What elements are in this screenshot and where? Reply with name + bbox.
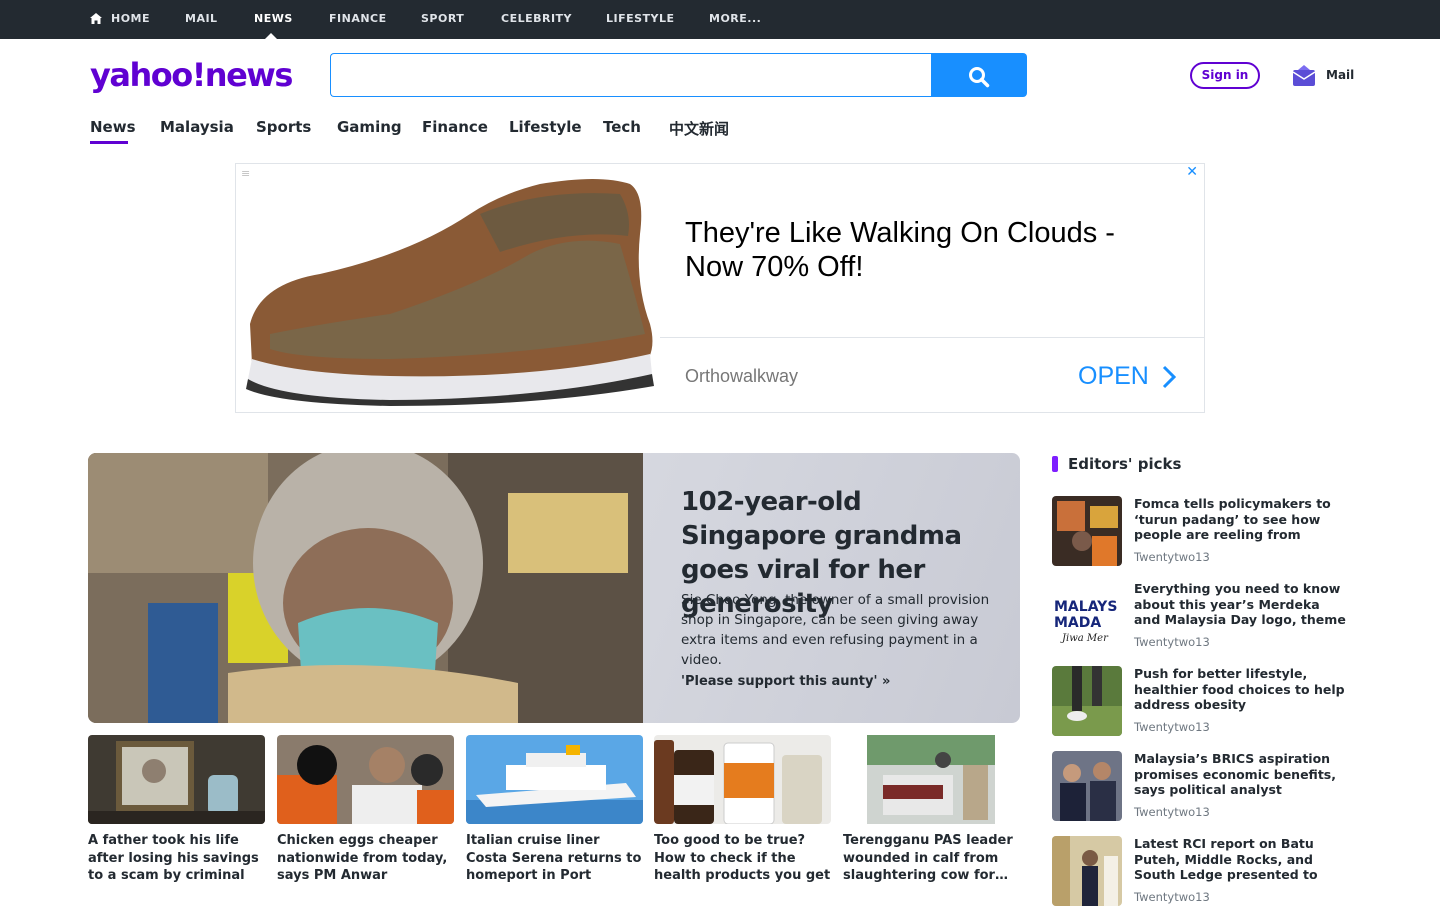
pick-thumbnail[interactable] bbox=[1052, 836, 1122, 906]
mail-link[interactable]: Mail bbox=[1326, 68, 1354, 82]
logo-yahoo: yahoo! bbox=[90, 56, 206, 94]
pick-source: Twentytwo13 bbox=[1134, 890, 1210, 904]
pick-source: Twentytwo13 bbox=[1134, 720, 1210, 734]
story-card-title[interactable]: Too good to be true? How to check if the… bbox=[654, 832, 831, 885]
story-card[interactable]: Chicken eggs cheaper nationwide from tod… bbox=[277, 735, 454, 885]
top-nav-lifestyle[interactable]: Lifestyle bbox=[606, 12, 675, 25]
pick-title[interactable]: Malaysia’s BRICS aspiration promises eco… bbox=[1134, 751, 1350, 798]
sign-in-button[interactable]: Sign in bbox=[1190, 62, 1260, 89]
active-caret bbox=[265, 33, 277, 39]
shoe-image bbox=[246, 179, 654, 406]
story-card-title[interactable]: Terengganu PAS leader wounded in calf fr… bbox=[843, 832, 1020, 885]
story-card[interactable]: Too good to be true? How to check if the… bbox=[654, 735, 831, 885]
active-tab-underline bbox=[90, 141, 128, 144]
home-icon[interactable] bbox=[90, 13, 102, 24]
yahoo-news-logo[interactable]: yahoo!news bbox=[90, 56, 294, 94]
ad-banner[interactable]: ≡ ✕ They're Like Walking On Clouds - Now… bbox=[235, 163, 1205, 413]
top-nav-sport[interactable]: Sport bbox=[421, 12, 464, 25]
top-nav-mail[interactable]: Mail bbox=[185, 12, 218, 25]
editors-picks-heading: Editors' picks bbox=[1068, 455, 1182, 473]
editors-pick-item[interactable]: MALAYS MADA Jiwa Mer Everything you need t… bbox=[1052, 581, 1350, 656]
story-card[interactable]: Terengganu PAS leader wounded in calf fr… bbox=[843, 735, 1020, 885]
mail-icon[interactable] bbox=[1292, 63, 1316, 87]
subnav-tech[interactable]: Tech bbox=[603, 118, 641, 136]
subnav-malaysia[interactable]: Malaysia bbox=[160, 118, 234, 136]
story-card-image[interactable] bbox=[466, 735, 643, 824]
svg-text:MADA: MADA bbox=[1054, 615, 1101, 631]
search-input[interactable] bbox=[331, 54, 932, 96]
hero-related-link[interactable]: 'Please support this aunty' » bbox=[681, 674, 890, 689]
story-card[interactable]: A father took his life after losing his … bbox=[88, 735, 265, 885]
top-nav-news[interactable]: News bbox=[254, 12, 293, 25]
ad-brand[interactable]: Orthowalkway bbox=[685, 366, 798, 387]
top-nav-home[interactable]: Home bbox=[111, 12, 150, 25]
story-card-title[interactable]: Italian cruise liner Costa Serena return… bbox=[466, 832, 643, 885]
pick-source: Twentytwo13 bbox=[1134, 635, 1210, 649]
pick-source: Twentytwo13 bbox=[1134, 805, 1210, 819]
story-card[interactable]: Italian cruise liner Costa Serena return… bbox=[466, 735, 643, 885]
subnav-lifestyle[interactable]: Lifestyle bbox=[509, 118, 582, 136]
top-nav-finance[interactable]: Finance bbox=[329, 12, 387, 25]
pick-thumbnail[interactable] bbox=[1052, 496, 1122, 566]
subnav-chinese[interactable]: 中文新闻 bbox=[669, 118, 729, 139]
ad-close-icon[interactable]: ✕ bbox=[1186, 164, 1198, 180]
editors-pick-item[interactable]: Malaysia’s BRICS aspiration promises eco… bbox=[1052, 751, 1350, 826]
subnav-news[interactable]: News bbox=[90, 118, 136, 136]
search-button[interactable] bbox=[931, 53, 1027, 97]
story-card-title[interactable]: Chicken eggs cheaper nationwide from tod… bbox=[277, 832, 454, 885]
ad-divider bbox=[660, 337, 1204, 338]
svg-text:Jiwa Mer: Jiwa Mer bbox=[1060, 633, 1109, 644]
editors-picks-accent bbox=[1052, 456, 1058, 472]
hero-image[interactable] bbox=[88, 453, 643, 723]
pick-thumbnail[interactable]: MALAYS MADA Jiwa Mer bbox=[1052, 581, 1122, 651]
story-card-image[interactable] bbox=[654, 735, 831, 824]
top-nav-more[interactable]: More... bbox=[709, 12, 761, 25]
top-nav-bar: Home Mail News Finance Sport Celebrity L… bbox=[0, 0, 1440, 39]
pick-thumbnail[interactable] bbox=[1052, 666, 1122, 736]
hero-summary: Sie Choo Yong, the owner of a small prov… bbox=[681, 592, 990, 668]
top-nav-celebrity[interactable]: Celebrity bbox=[501, 12, 572, 25]
hero-story[interactable]: 102-year-old Singapore grandma goes vira… bbox=[88, 453, 1020, 723]
svg-text:MALAYS: MALAYS bbox=[1054, 599, 1117, 615]
pick-title[interactable]: Everything you need to know about this y… bbox=[1134, 581, 1350, 628]
search-box bbox=[330, 53, 932, 97]
subnav-gaming[interactable]: Gaming bbox=[337, 118, 402, 136]
story-card-title[interactable]: A father took his life after losing his … bbox=[88, 832, 265, 885]
editors-pick-item[interactable]: Push for better lifestyle, healthier foo… bbox=[1052, 666, 1350, 741]
editors-pick-item[interactable]: Fomca tells policymakers to ‘turun padan… bbox=[1052, 496, 1350, 571]
pick-title[interactable]: Latest RCI report on Batu Puteh, Middle … bbox=[1134, 836, 1350, 883]
story-card-image[interactable] bbox=[88, 735, 265, 824]
chevron-right-icon[interactable] bbox=[1160, 364, 1178, 390]
logo-news: news bbox=[204, 56, 294, 94]
pick-title[interactable]: Fomca tells policymakers to ‘turun padan… bbox=[1134, 496, 1350, 543]
search-icon bbox=[969, 67, 990, 88]
ad-headline[interactable]: They're Like Walking On Clouds - Now 70%… bbox=[685, 216, 1165, 284]
ad-open-button[interactable]: OPEN bbox=[1078, 362, 1149, 391]
subnav-finance[interactable]: Finance bbox=[422, 118, 488, 136]
pick-source: Twentytwo13 bbox=[1134, 550, 1210, 564]
story-card-image[interactable] bbox=[843, 735, 1020, 824]
story-card-image[interactable] bbox=[277, 735, 454, 824]
subnav-sports[interactable]: Sports bbox=[256, 118, 311, 136]
pick-thumbnail[interactable] bbox=[1052, 751, 1122, 821]
pick-title[interactable]: Push for better lifestyle, healthier foo… bbox=[1134, 666, 1350, 713]
